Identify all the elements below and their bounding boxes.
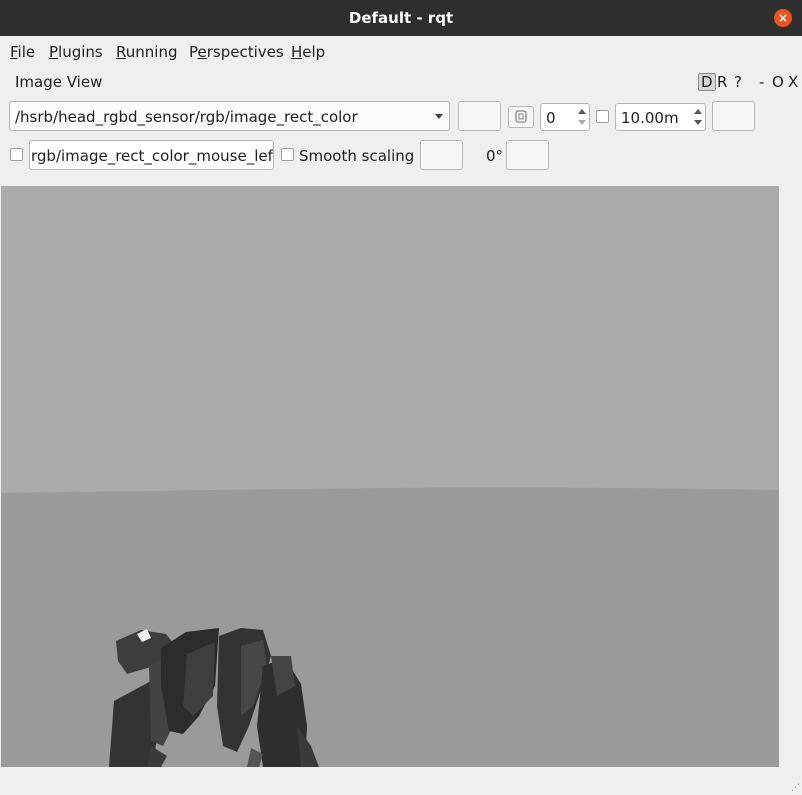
publish-click-checkbox[interactable]: [10, 148, 23, 161]
menu-perspectives-label: rspectives: [206, 43, 284, 61]
fit-icon: [515, 110, 527, 123]
dock-button-minimize[interactable]: -: [759, 73, 764, 91]
mouse-topic-input[interactable]: rgb/image_rect_color_mouse_left: [29, 140, 274, 170]
menu-bar: File Plugins Running Perspectives Help: [0, 36, 802, 66]
menu-file[interactable]: File: [10, 43, 35, 61]
max-range-spinbox[interactable]: 10.00m: [615, 103, 706, 131]
chevron-down-icon: [435, 114, 443, 119]
menu-help[interactable]: Help: [291, 43, 325, 61]
max-range-down-icon[interactable]: [694, 120, 702, 125]
topic-combobox-value: /hsrb/head_rgbd_sensor/rgb/image_rect_co…: [15, 108, 358, 126]
menu-help-mnemonic: H: [291, 43, 303, 61]
menu-running-label: unning: [125, 43, 178, 61]
number-spinbox-value: 0: [546, 109, 556, 127]
menu-file-mnemonic: F: [10, 43, 18, 61]
refresh-topics-button[interactable]: [458, 101, 501, 131]
dock-button-float[interactable]: O: [772, 73, 784, 91]
title-bar: Default - rqt ×: [0, 0, 802, 36]
save-image-button[interactable]: [712, 101, 755, 131]
dynamic-range-checkbox[interactable]: [596, 110, 609, 123]
dock-button-close[interactable]: X: [788, 73, 798, 91]
rotate-left-button[interactable]: [420, 140, 463, 170]
zoom-fit-button[interactable]: [508, 106, 534, 128]
max-range-up-icon[interactable]: [694, 109, 702, 114]
spin-up-icon[interactable]: [578, 109, 586, 114]
max-range-arrows[interactable]: [691, 104, 705, 130]
spin-down-icon[interactable]: [578, 120, 586, 125]
window-title: Default - rqt: [348, 9, 454, 27]
menu-help-label: elp: [302, 43, 326, 61]
max-range-value: 10.00m: [621, 109, 679, 127]
number-spinbox[interactable]: 0: [540, 103, 590, 131]
dock-button-d[interactable]: D: [698, 73, 716, 91]
camera-image-view[interactable]: [1, 186, 779, 767]
camera-image: [1, 186, 779, 767]
rotate-right-button[interactable]: [506, 140, 549, 170]
menu-running[interactable]: Running: [116, 43, 177, 61]
menu-plugins[interactable]: Plugins: [49, 43, 103, 61]
resize-grip-icon[interactable]: ⋰: [791, 783, 800, 793]
topic-combobox[interactable]: /hsrb/head_rgbd_sensor/rgb/image_rect_co…: [9, 101, 450, 131]
menu-perspectives-mnemonic: e: [197, 43, 207, 61]
dock-button-reload[interactable]: R: [717, 73, 727, 91]
menu-file-label: ile: [17, 43, 36, 61]
close-icon[interactable]: ×: [774, 9, 792, 27]
smooth-scaling-label: Smooth scaling: [299, 147, 415, 165]
menu-perspectives[interactable]: Perspectives: [189, 43, 284, 61]
menu-perspectives-prefix: P: [189, 43, 198, 61]
mouse-topic-value: rgb/image_rect_color_mouse_left: [31, 147, 274, 165]
menu-plugins-label: lugins: [58, 43, 103, 61]
status-bar: ⋰: [0, 767, 802, 795]
menu-running-mnemonic: R: [116, 43, 126, 61]
menu-plugins-mnemonic: P: [49, 43, 59, 61]
rotation-label: 0°: [486, 147, 504, 165]
smooth-scaling-checkbox[interactable]: [281, 148, 294, 161]
dock-button-help[interactable]: ?: [734, 73, 742, 91]
sky: [1, 186, 779, 493]
plugin-title: Image View: [15, 73, 103, 91]
spin-arrows[interactable]: [575, 104, 589, 130]
